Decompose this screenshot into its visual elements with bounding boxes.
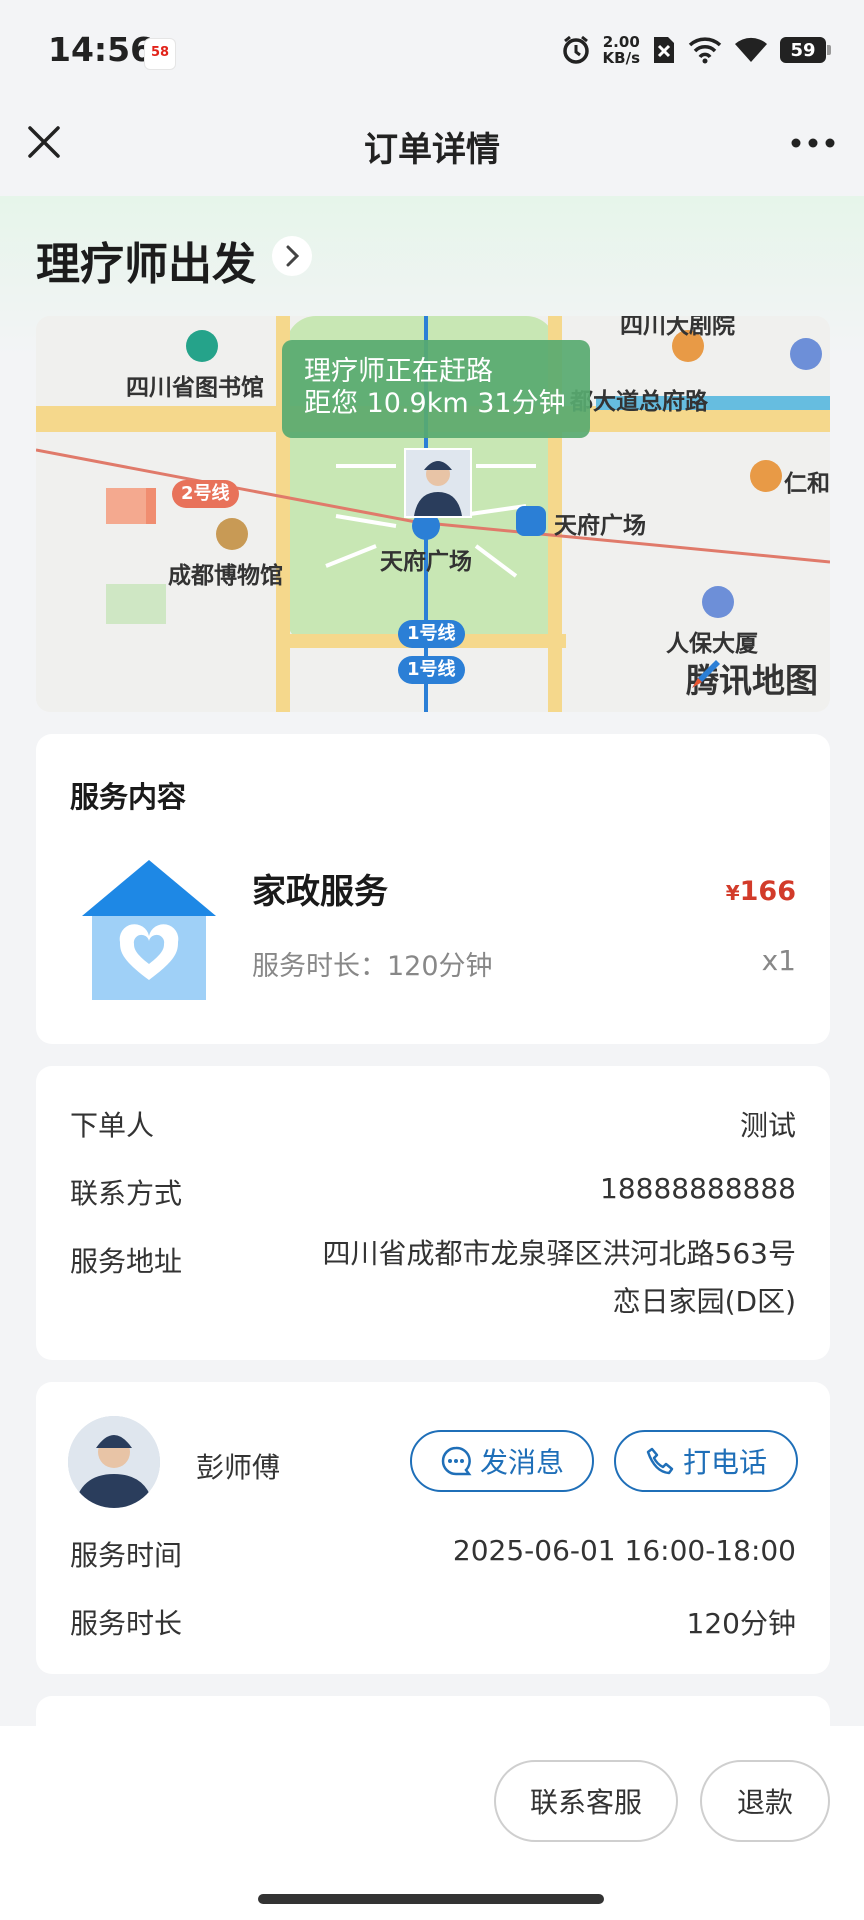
worker-location-avatar [404, 448, 472, 518]
order-info-card: 下单人 测试 联系方式 18888888888 服务地址 四川省成都市龙泉驿区洪… [36, 1066, 830, 1360]
metro-line1-badge: 1号线 [398, 656, 465, 684]
service-name: 家政服务 [252, 872, 388, 912]
service-time-label: 服务时间 [70, 1539, 183, 1572]
more-options-icon[interactable] [790, 136, 836, 150]
map-label-theater: 四川大剧院 [620, 316, 735, 339]
map-label-station: 天府广场 [554, 513, 646, 539]
bottom-action-bar: 联系客服 退款 [0, 1726, 864, 1920]
battery-indicator: 59 [780, 37, 831, 63]
chevron-right-icon[interactable] [272, 236, 312, 276]
phone-icon [646, 1447, 674, 1475]
address-label: 服务地址 [70, 1245, 183, 1278]
app-notification-icon: 58 [144, 38, 176, 70]
metro-line2-badge: 2号线 [172, 480, 239, 508]
compass-icon [692, 660, 720, 688]
order-status-title[interactable]: 理疗师出发 [36, 228, 256, 292]
status-bar: 14:56 58 2.00 KB/s 59 [0, 0, 864, 100]
map-label-renbao: 人保大厦 [666, 631, 758, 657]
tracking-map[interactable]: 四川省图书馆 都大道总府路 仁和 成都博物馆 天府广场 天府广场 人保大厦 四川… [36, 316, 830, 712]
address-value: 四川省成都市龙泉驿区洪河北路563号 恋日家园(D区) [322, 1237, 796, 1318]
network-speed: 2.00 KB/s [602, 33, 640, 67]
map-label-museum: 成都博物馆 [168, 563, 283, 589]
map-label-road: 都大道总府路 [570, 389, 708, 415]
wifi-signal-icon [688, 37, 722, 64]
contact-label: 联系方式 [70, 1177, 183, 1210]
refund-button[interactable]: 退款 [700, 1760, 830, 1842]
house-icon [82, 860, 216, 1000]
service-duration: 服务时长：120分钟 [252, 951, 493, 982]
eta-tooltip: 理疗师正在赶路 距您 10.9km 31分钟 [282, 340, 590, 438]
eta-status-text: 理疗师正在赶路 [304, 356, 493, 387]
call-button[interactable]: 打电话 [614, 1430, 798, 1492]
map-label-ren: 仁和 [784, 471, 830, 497]
metro-line1-badge: 1号线 [398, 620, 465, 648]
map-label-library: 四川省图书馆 [126, 375, 264, 401]
service-quantity: x1 [761, 944, 796, 977]
service-duration-label: 服务时长 [70, 1607, 183, 1640]
contact-value: 18888888888 [600, 1172, 796, 1205]
section-title: 服务内容 [70, 780, 187, 814]
alarm-icon [562, 35, 589, 64]
orderer-value: 测试 [739, 1109, 796, 1142]
page-title: 订单详情 [364, 130, 500, 170]
service-time-value: 2025-06-01 16:00-18:00 [452, 1534, 796, 1567]
map-provider-logo: 腾讯地图 [686, 654, 818, 702]
service-duration-value: 120分钟 [686, 1607, 796, 1640]
chat-bubble-icon [441, 1446, 472, 1476]
status-time: 14:56 [48, 30, 154, 69]
wifi-icon [735, 37, 767, 62]
worker-avatar [68, 1416, 160, 1508]
home-indicator[interactable] [258, 1894, 604, 1904]
map-label-square: 天府广场 [380, 549, 472, 575]
worker-name: 彭师傅 [196, 1451, 281, 1484]
contact-service-button[interactable]: 联系客服 [494, 1760, 678, 1842]
service-price: ¥166 [725, 876, 796, 907]
nav-header: 订单详情 [0, 100, 864, 196]
orderer-label: 下单人 [70, 1109, 155, 1142]
send-message-button[interactable]: 发消息 [410, 1430, 594, 1492]
no-sim-icon [654, 37, 674, 63]
service-content-card: 服务内容 家政服务 服务时长：120分钟 ¥166 x1 [36, 734, 830, 1044]
worker-card: 彭师傅 发消息 打电话 服务时间 2025-06-01 16:00-18:00 … [36, 1382, 830, 1674]
eta-distance-text: 距您 10.9km 31分钟 [304, 388, 566, 419]
